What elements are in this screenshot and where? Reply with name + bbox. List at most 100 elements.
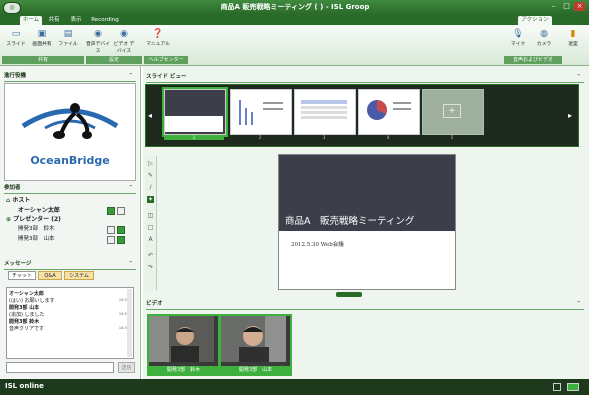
eraser-tool-icon[interactable]: ◫ (147, 212, 154, 219)
slide-thumbnail[interactable] (358, 89, 420, 135)
tab-recording[interactable]: Recording (88, 16, 122, 25)
presenters-group: ⊕ プレゼンター (2) (6, 215, 61, 224)
laser-tool-icon[interactable]: ✦ (147, 196, 154, 203)
video-device-button[interactable]: ◉ ビデオ デバイス (112, 29, 136, 54)
slide-thumbnail[interactable] (230, 89, 292, 135)
camera-button[interactable]: ◍ カメラ (532, 29, 556, 53)
slide-thumbnail[interactable] (294, 89, 356, 135)
chat-input[interactable] (6, 362, 114, 373)
audio-device-label: 音声デバイス (86, 42, 110, 54)
participant-item[interactable]: 開発3部 鈴木 (18, 225, 55, 234)
group-help-label: ヘルプセンター (144, 56, 188, 64)
minimize-button[interactable]: – (548, 2, 559, 11)
next-slide-icon[interactable]: ▸ (568, 111, 576, 121)
collapse-icon[interactable]: ⌃ (576, 73, 581, 82)
chat-scrollbar[interactable] (127, 289, 132, 357)
tab-home[interactable]: ホーム (20, 16, 42, 25)
tab-chat[interactable]: チャット (8, 271, 36, 280)
manual-button[interactable]: ❓ マニュアル (146, 29, 170, 53)
slide-thumbnail[interactable] (162, 87, 228, 137)
shape-tool-icon[interactable]: □ (147, 224, 154, 231)
thumb-number: 3 (322, 135, 326, 140)
mic-status-icon (107, 236, 115, 244)
thumb-slide-body (165, 116, 223, 132)
webcam-icon: ◉ (120, 29, 128, 39)
group-audio-video-label: 音声およびビデオ (504, 56, 562, 64)
layout-icon[interactable] (553, 383, 561, 391)
slide-subtitle: 2012.5.30 Web会議 (291, 242, 344, 248)
slide-title-band: 商品A 販売戦略ミーティング (279, 155, 455, 231)
moderator-header: 進行役機 ⌃ (4, 72, 136, 82)
send-button[interactable]: 送信 (118, 362, 135, 373)
tab-share[interactable]: 共有 (44, 16, 64, 25)
folder-icon: ▤ (63, 29, 73, 39)
participants-header: 参加者 ⌃ (4, 184, 136, 194)
screen-share-button[interactable]: ▣ 画面共有 (30, 29, 54, 53)
ribbon-tab-row: ホーム 共有 表示 Recording アクション (0, 14, 589, 25)
video-tile[interactable]: 開発3部 鈴木 (147, 314, 220, 376)
video-device-label: ビデオ デバイス (113, 42, 135, 54)
home-icon: ⌂ (6, 197, 11, 204)
prev-slide-icon[interactable]: ◂ (148, 111, 156, 121)
mic-status-icon (107, 226, 115, 234)
collapse-icon[interactable]: ⌃ (128, 260, 133, 269)
video-feed-person (221, 316, 286, 362)
moderator-header-label: 進行役機 (4, 73, 27, 79)
app-menu-button[interactable]: ◎ (3, 2, 21, 14)
tab-action[interactable]: アクション (518, 16, 552, 25)
redo-icon[interactable]: ↷ (147, 264, 154, 271)
thumb-number: 4 (386, 135, 390, 140)
thumb-number: 5 (450, 135, 454, 140)
collapse-icon[interactable]: ⌃ (576, 300, 581, 309)
slide-title: 商品A 販売戦略ミーティング (285, 216, 415, 227)
host-name[interactable]: オーシャン太郎 (18, 206, 60, 215)
tab-qa[interactable]: Q&A (38, 271, 62, 280)
audio-device-button[interactable]: ◉ 音声デバイス (86, 29, 110, 54)
maximize-button[interactable]: □ (561, 2, 572, 11)
mic-button-label: マイク (510, 42, 526, 47)
group-share-label: 共有 (2, 56, 84, 64)
add-slide-thumbnail[interactable]: + (422, 89, 484, 135)
fullscreen-icon[interactable] (567, 383, 579, 391)
thumb-number: 1 (164, 135, 224, 140)
tab-system[interactable]: システム (64, 271, 94, 280)
mic-status-icon (107, 207, 115, 215)
slide-button-label: スライド (6, 42, 26, 47)
collapse-icon[interactable]: ⌃ (128, 184, 133, 193)
undo-icon[interactable]: ↶ (147, 252, 154, 259)
host-label: ホスト (12, 197, 31, 204)
presenters-label: プレゼンター (2) (13, 216, 61, 223)
exit-button[interactable]: ▮ 退室 (562, 29, 584, 53)
file-button[interactable]: ▤ ファイル (56, 29, 80, 53)
splitter-handle[interactable] (336, 292, 362, 297)
headset-icon: ◉ (94, 29, 102, 39)
mic-button[interactable]: 🎙 マイク (506, 29, 530, 53)
logo-text: OceanBridge (30, 154, 110, 167)
status-bar: ISL online (0, 379, 589, 395)
pen-tool-icon[interactable]: ✎ (147, 172, 154, 179)
camera-status-icon (117, 236, 125, 244)
chat-message: (はい) お願いします (9, 298, 55, 304)
video-tile[interactable]: 開発3部 山本 (219, 314, 292, 376)
video-name-label: 開発3部 鈴木 (149, 366, 218, 374)
thumb-table-graphic (301, 100, 347, 119)
chat-log[interactable]: オーシャン太郎 (はい) お願いします 14:37 開発3部 山本 (追加) し… (6, 287, 134, 359)
participant-item[interactable]: 開発3部 山本 (18, 235, 55, 244)
screen-share-label: 画面共有 (32, 42, 52, 47)
highlighter-tool-icon[interactable]: ∕ (147, 184, 154, 191)
manual-button-label: マニュアル (146, 42, 170, 47)
ribbon: ▭ スライド ▣ 画面共有 ▤ ファイル ◉ 音声デバイス ◉ ビデオ デバイス… (0, 25, 589, 66)
collapse-icon[interactable]: ⌃ (128, 72, 133, 81)
title-bar: ◎ 商品A 販売戦略ミーティング ( ) - ISL Groop – □ × (0, 0, 589, 14)
close-button[interactable]: × (574, 2, 585, 11)
host-group: ⌂ ホスト (6, 196, 30, 205)
tab-view[interactable]: 表示 (66, 16, 86, 25)
chat-sender: オーシャン太郎 (9, 291, 44, 297)
pointer-tool-icon[interactable]: ▷ (147, 160, 154, 167)
annotation-toolbar: ▷ ✎ ∕ ✦ ◫ □ A ↶ ↷ (145, 156, 157, 290)
microphone-icon: 🎙 (512, 29, 524, 39)
video-header-label: ビデオ (146, 301, 163, 307)
text-tool-icon[interactable]: A (147, 236, 154, 243)
slide-button[interactable]: ▭ スライド (4, 29, 28, 53)
slide-thumbnail-strip: ◂ ▸ 1 2 3 4 + 5 (145, 84, 579, 147)
